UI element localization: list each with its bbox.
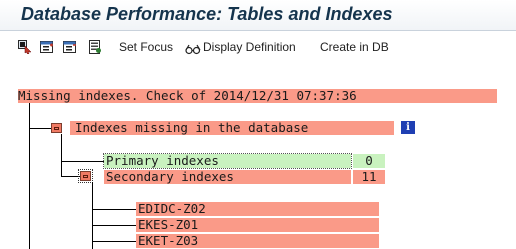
- tree-item-label: EKES-Z01: [138, 217, 199, 232]
- select-icon[interactable]: [18, 39, 32, 55]
- tree-item[interactable]: EKES-Z01: [136, 218, 379, 232]
- folder-icon[interactable]: [51, 123, 62, 133]
- tree-item-label: EKET-Z03: [138, 233, 199, 248]
- tree-root-label: Missing indexes. Check of 2014/12/31 07:…: [18, 88, 357, 103]
- tree-connector: [61, 134, 62, 176]
- folder-icon[interactable]: [78, 169, 93, 183]
- tree-group-row[interactable]: Indexes missing in the database: [70, 121, 394, 135]
- primary-indexes-count: 0: [353, 154, 385, 168]
- secondary-indexes-label: Secondary indexes: [106, 169, 234, 184]
- tree-group-label: Indexes missing in the database: [75, 120, 309, 135]
- expand-all-icon[interactable]: [40, 39, 54, 53]
- secondary-indexes-count: 11: [353, 170, 385, 184]
- collapse-all-icon[interactable]: [63, 39, 77, 53]
- create-in-db-button[interactable]: Create in DB: [320, 40, 389, 54]
- primary-indexes-row[interactable]: Primary indexes: [103, 153, 352, 169]
- display-definition-button[interactable]: Display Definition: [203, 40, 296, 54]
- tree-connector: [29, 103, 30, 249]
- tree-root-row[interactable]: Missing indexes. Check of 2014/12/31 07:…: [18, 89, 497, 103]
- title-bar: Database Performance: Tables and Indexes: [0, 0, 516, 31]
- tree-connector: [61, 161, 105, 162]
- tree-connector: [92, 225, 136, 226]
- page-title: Database Performance: Tables and Indexes: [21, 4, 393, 24]
- tree-connector: [92, 182, 93, 249]
- tree-connector: [61, 176, 80, 177]
- tree-item[interactable]: EDIDC-Z02: [136, 202, 379, 216]
- application-toolbar: Set Focus Display Definition Create in D…: [0, 31, 516, 60]
- tree-item[interactable]: EKET-Z03: [136, 234, 379, 248]
- set-focus-button[interactable]: Set Focus: [119, 40, 173, 54]
- info-icon[interactable]: i: [401, 121, 415, 134]
- tree-item-label: EDIDC-Z02: [138, 201, 206, 216]
- detail-icon[interactable]: [88, 39, 102, 54]
- primary-indexes-label: Primary indexes: [106, 153, 219, 168]
- tree-connector: [92, 209, 136, 210]
- secondary-indexes-row[interactable]: Secondary indexes: [104, 170, 351, 184]
- tree-connector: [29, 128, 51, 129]
- tree-connector: [92, 241, 136, 242]
- glasses-icon: [185, 40, 201, 55]
